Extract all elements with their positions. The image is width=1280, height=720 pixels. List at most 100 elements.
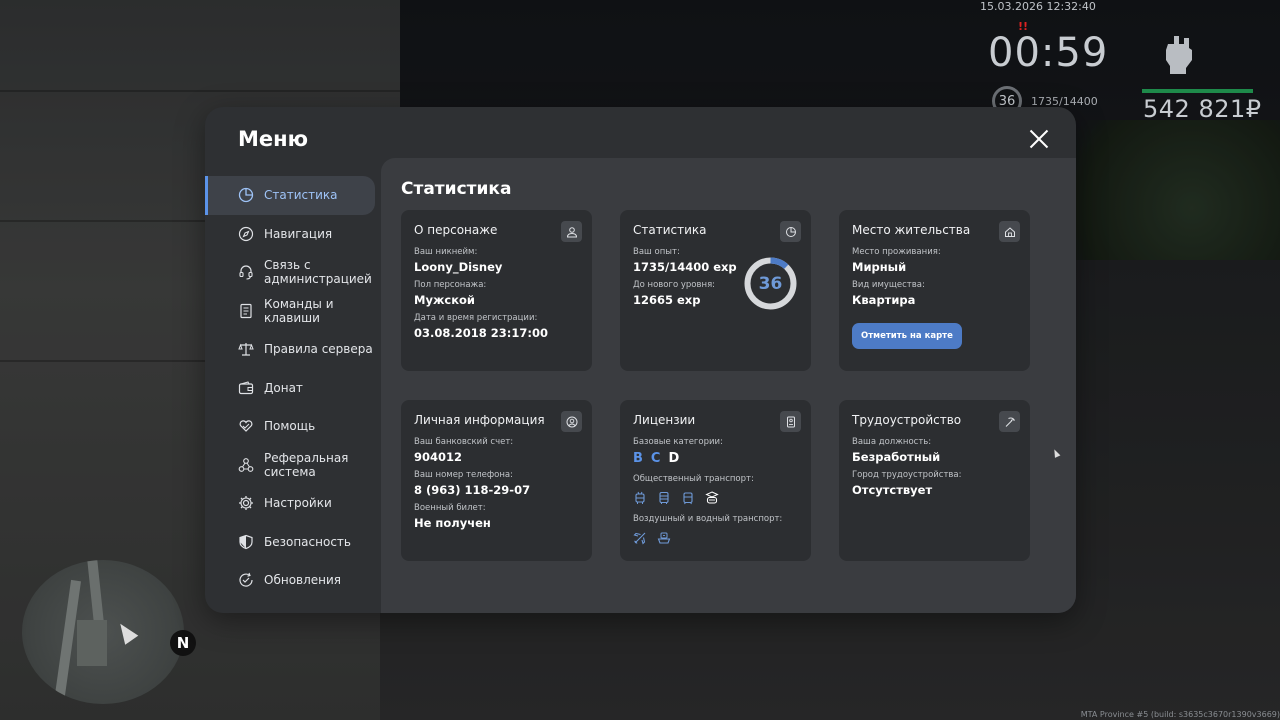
public-transport-icons	[633, 490, 798, 505]
sidebar-item-rules[interactable]: Правила сервера	[205, 330, 381, 369]
fist-icon	[1160, 32, 1196, 74]
id-card-icon	[780, 411, 801, 432]
menu-modal: Меню Статистика Навигация Связь с админи…	[205, 107, 1076, 613]
bus-icon	[657, 490, 671, 504]
card-title: Трудоустройство	[852, 413, 962, 427]
headset-icon	[238, 264, 254, 280]
gear-icon	[238, 495, 254, 511]
registration-value: 03.08.2018 23:17:00	[414, 326, 548, 340]
sidebar-item-statistics[interactable]: Статистика	[205, 176, 375, 215]
property-type-label: Вид имущества:	[852, 280, 925, 290]
phone-value: 8 (963) 118-29-07	[414, 483, 531, 497]
home-icon	[999, 221, 1020, 242]
pie-chart-icon	[780, 221, 801, 242]
bank-account-label: Ваш банковский счет:	[414, 437, 514, 447]
nickname-value: Loony_Disney	[414, 260, 503, 274]
tram-icon	[681, 490, 695, 505]
residence-place-value: Мирный	[852, 260, 907, 274]
sidebar-item-label: Правила сервера	[264, 342, 373, 357]
player-arrow-icon	[113, 619, 139, 645]
military-id-label: Военный билет:	[414, 503, 486, 513]
build-info: MTA Province #5 (build: s3635c3670r1390v…	[1080, 710, 1280, 719]
pie-chart-icon	[238, 187, 254, 203]
minimap	[22, 560, 184, 704]
sidebar-item-label: Обновления	[264, 573, 342, 588]
hud-clock: 00:59	[988, 30, 1109, 76]
trolleybus-icon	[633, 490, 647, 504]
base-categories-label: Базовые категории:	[633, 437, 723, 447]
sidebar-item-donate[interactable]: Донат	[205, 369, 381, 408]
card-personal-info: Личная информация Ваш банковский счет: 9…	[401, 400, 592, 561]
close-icon[interactable]	[1027, 127, 1051, 151]
gender-value: Мужской	[414, 293, 475, 307]
sidebar-item-label: Реферальная система	[264, 450, 349, 479]
sidebar-item-commands[interactable]: Команды и клавиши	[205, 292, 381, 331]
page-title: Статистика	[401, 179, 512, 199]
card-employment: Трудоустройство Ваша должность: Безработ…	[839, 400, 1030, 561]
compass-icon	[238, 226, 254, 242]
sidebar-item-label: Помощь	[264, 419, 316, 434]
bank-account-value: 904012	[414, 450, 463, 464]
card-licenses: Лицензии Базовые категории: B C D Общест…	[620, 400, 811, 561]
sidebar-item-help[interactable]: Помощь	[205, 407, 381, 446]
level-number: 36	[758, 273, 783, 294]
sidebar-item-label: Безопасность	[264, 534, 351, 549]
wallet-icon	[238, 380, 254, 396]
card-character: О персонаже Ваш никнейм: Loony_Disney По…	[401, 210, 592, 371]
sidebar-item-updates[interactable]: Обновления	[205, 561, 381, 600]
boat-icon	[657, 530, 671, 544]
military-id-value: Не получен	[414, 516, 491, 530]
card-title: Личная информация	[414, 413, 545, 427]
card-title: Место жительства	[852, 223, 971, 237]
mark-on-map-button[interactable]: Отметить на карте	[852, 323, 962, 349]
sidebar: Статистика Навигация Связь с администрац…	[205, 176, 381, 600]
public-transport-label: Общественный транспорт:	[633, 474, 754, 484]
position-value: Безработный	[852, 450, 941, 464]
minimap-building	[77, 620, 107, 666]
user-icon	[561, 221, 582, 242]
level-progress-ring: 36	[743, 256, 798, 311]
pickaxe-icon	[999, 411, 1020, 432]
health-bar	[1142, 89, 1253, 93]
sidebar-item-label: Связь с администрацией	[264, 258, 372, 287]
sidebar-item-navigation[interactable]: Навигация	[205, 215, 381, 254]
sidebar-item-label: Команды и клавиши	[264, 296, 334, 325]
network-icon	[238, 457, 254, 473]
sidebar-item-security[interactable]: Безопасность	[205, 523, 381, 562]
card-title: О персонаже	[414, 223, 498, 237]
license-category-c: C	[650, 451, 661, 466]
card-residence: Место жительства Место проживания: Мирны…	[839, 210, 1030, 371]
gender-label: Пол персонажа:	[414, 280, 487, 290]
sidebar-item-label: Статистика	[264, 188, 338, 203]
registration-label: Дата и время регистрации:	[414, 313, 538, 323]
sidebar-item-admin-contact[interactable]: Связь с администрацией	[205, 253, 381, 292]
shield-icon	[238, 534, 254, 550]
document-icon	[238, 303, 254, 319]
license-category-d: D	[668, 451, 680, 466]
air-water-transport-icons	[633, 530, 798, 545]
content-panel: Статистика О персонаже Ваш никнейм: Loon…	[381, 158, 1076, 613]
hud-datetime: 15.03.2026 12:32:40	[980, 0, 1096, 13]
user-circle-icon	[561, 411, 582, 432]
hud-money: 542 821₽	[1143, 95, 1262, 123]
scales-icon	[238, 341, 254, 357]
sidebar-item-label: Настройки	[264, 496, 332, 511]
sidebar-item-referral[interactable]: Реферальная система	[205, 446, 381, 485]
nickname-label: Ваш никнейм:	[414, 247, 478, 257]
card-statistics: Статистика Ваш опыт: 1735/14400 exp До н…	[620, 210, 811, 371]
menu-title: Меню	[238, 127, 309, 151]
property-type-value: Квартира	[852, 293, 916, 307]
license-category-b: B	[633, 451, 643, 466]
license-categories: B C D	[633, 451, 798, 466]
sidebar-item-label: Навигация	[264, 226, 333, 241]
card-title: Статистика	[633, 223, 707, 237]
residence-place-label: Место проживания:	[852, 247, 941, 257]
refresh-check-icon	[238, 572, 254, 588]
card-title: Лицензии	[633, 413, 696, 427]
taxi-badge-icon	[705, 490, 719, 504]
employment-city-label: Город трудоустройства:	[852, 470, 962, 480]
position-label: Ваша должность:	[852, 437, 932, 447]
sidebar-item-settings[interactable]: Настройки	[205, 484, 381, 523]
phone-label: Ваш номер телефона:	[414, 470, 513, 480]
employment-city-value: Отсутствует	[852, 483, 933, 497]
